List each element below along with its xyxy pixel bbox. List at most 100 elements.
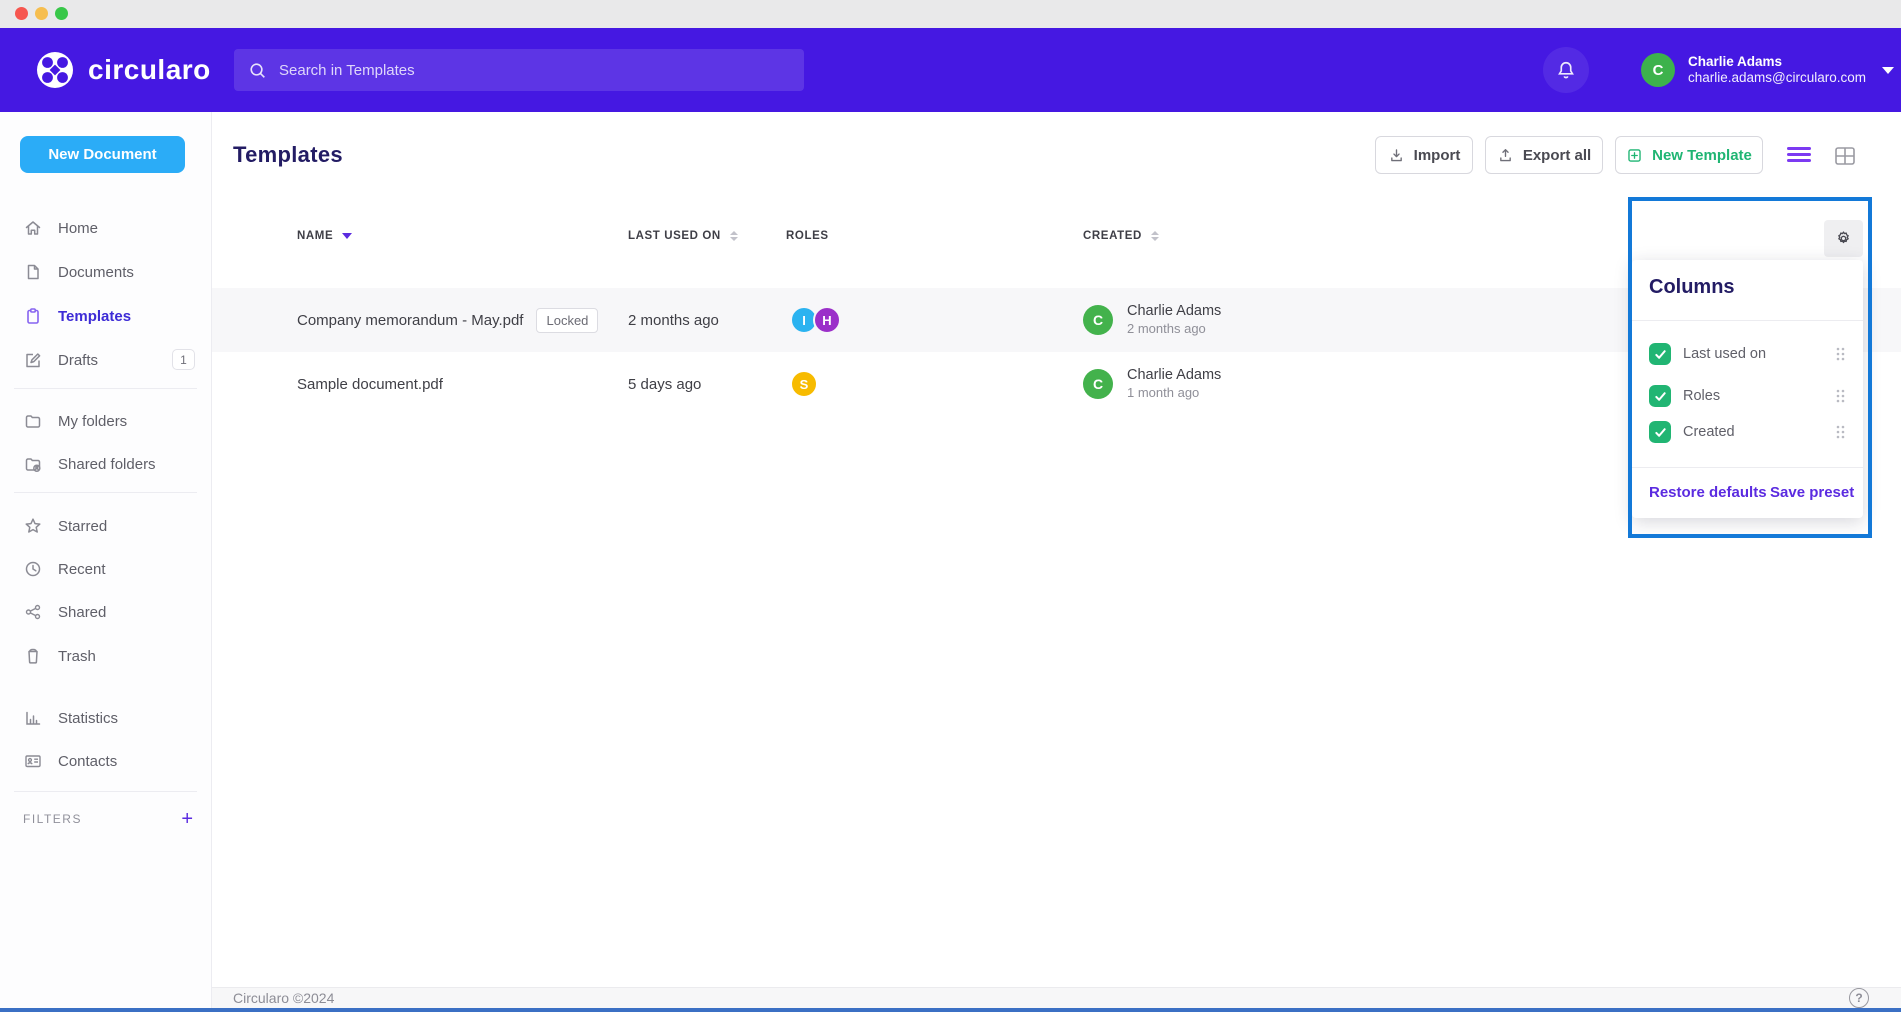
column-header-name[interactable]: NAME: [297, 230, 352, 242]
template-icon: [23, 306, 43, 326]
document-icon: [23, 262, 43, 282]
column-option-roles: Roles: [1649, 384, 1846, 408]
user-name: Charlie Adams: [1688, 54, 1866, 70]
columns-popover-title: Columns: [1649, 276, 1735, 299]
sidebar-item-label: My folders: [58, 413, 127, 430]
template-name: Company memorandum - May.pdf: [297, 312, 523, 329]
column-header-label: LAST USED ON: [628, 230, 721, 242]
sidebar-item-starred[interactable]: Starred: [0, 508, 211, 544]
checkbox-checked[interactable]: [1649, 343, 1671, 365]
column-option-last-used-on: Last used on: [1649, 342, 1846, 366]
sidebar-item-label: Statistics: [58, 710, 118, 727]
drag-handle[interactable]: [1835, 424, 1846, 440]
drag-handle-icon: [1835, 424, 1846, 440]
new-template-label: New Template: [1652, 147, 1752, 164]
column-header-last-used[interactable]: LAST USED ON: [628, 230, 738, 242]
import-button[interactable]: Import: [1375, 136, 1473, 174]
sidebar-item-documents[interactable]: Documents: [0, 254, 211, 290]
statistics-icon: [23, 708, 43, 728]
new-template-button[interactable]: New Template: [1615, 136, 1763, 174]
minimize-window-button[interactable]: [35, 7, 48, 20]
search-input[interactable]: [279, 62, 790, 79]
filters-label: FILTERS: [23, 812, 82, 826]
creator-avatar: C: [1083, 305, 1113, 335]
contacts-icon: [23, 751, 43, 771]
sidebar-item-label: Templates: [58, 308, 131, 325]
sort-icon: [1151, 231, 1159, 241]
role-avatar[interactable]: H: [813, 306, 841, 334]
column-header-roles: ROLES: [786, 230, 829, 242]
sidebar-item-templates[interactable]: Templates: [0, 298, 211, 334]
grid-view-icon: [1833, 144, 1857, 168]
import-label: Import: [1414, 147, 1461, 164]
sort-desc-icon: [342, 233, 352, 239]
export-all-button[interactable]: Export all: [1485, 136, 1603, 174]
save-preset-link[interactable]: Save preset: [1770, 484, 1854, 501]
user-email: charlie.adams@circularo.com: [1688, 70, 1866, 86]
shared-folder-icon: [23, 454, 43, 474]
bell-icon: [1555, 59, 1577, 81]
export-all-label: Export all: [1523, 147, 1591, 164]
creator-avatar: C: [1083, 369, 1113, 399]
help-button[interactable]: ?: [1849, 988, 1869, 1008]
drag-handle[interactable]: [1835, 346, 1846, 362]
user-menu[interactable]: C Charlie Adams charlie.adams@circularo.…: [1641, 50, 1894, 90]
drag-handle[interactable]: [1835, 388, 1846, 404]
sidebar-item-recent[interactable]: Recent: [0, 551, 211, 587]
column-settings-button[interactable]: [1824, 220, 1863, 257]
sidebar-item-statistics[interactable]: Statistics: [0, 700, 211, 736]
sidebar-item-label: Drafts: [58, 352, 98, 369]
list-view-toggle[interactable]: [1784, 141, 1814, 171]
sidebar-divider: [14, 791, 197, 792]
sidebar-item-drafts[interactable]: Drafts 1: [0, 342, 211, 378]
plus-square-icon: [1626, 147, 1643, 164]
window-bottom-edge: [0, 1008, 1901, 1012]
sidebar-item-label: Shared: [58, 604, 106, 621]
sidebar-item-home[interactable]: Home: [0, 210, 211, 246]
column-option-label: Created: [1683, 424, 1735, 440]
grid-view-toggle[interactable]: [1830, 141, 1860, 171]
notifications-button[interactable]: [1543, 47, 1589, 93]
clock-icon: [23, 559, 43, 579]
sidebar-item-label: Recent: [58, 561, 106, 578]
created-when: 1 month ago: [1127, 384, 1221, 401]
sidebar-item-my-folders[interactable]: My folders: [0, 403, 211, 439]
trash-icon: [23, 646, 43, 666]
last-used-value: 2 months ago: [628, 288, 719, 352]
window-titlebar: [0, 0, 1901, 28]
sidebar-item-label: Documents: [58, 264, 134, 281]
add-filter-button[interactable]: +: [181, 809, 193, 829]
gear-icon: [1834, 229, 1853, 248]
sidebar-item-shared-folders[interactable]: Shared folders: [0, 446, 211, 482]
sidebar-item-contacts[interactable]: Contacts: [0, 743, 211, 779]
drag-handle-icon: [1835, 388, 1846, 404]
restore-defaults-link[interactable]: Restore defaults: [1649, 484, 1767, 501]
creator-name: Charlie Adams: [1127, 367, 1221, 384]
sidebar-item-trash[interactable]: Trash: [0, 638, 211, 674]
sidebar-item-label: Shared folders: [58, 456, 156, 473]
locked-badge: Locked: [536, 308, 598, 333]
brand-name: circularo: [88, 54, 211, 86]
last-used-value: 5 days ago: [628, 352, 701, 416]
creator-name: Charlie Adams: [1127, 303, 1221, 320]
list-view-icon: [1786, 145, 1812, 167]
close-window-button[interactable]: [15, 7, 28, 20]
sidebar: New Document Home Documents Templates Dr…: [0, 112, 212, 1008]
drag-handle-icon: [1835, 346, 1846, 362]
sidebar-item-label: Starred: [58, 518, 107, 535]
checkbox-checked[interactable]: [1649, 385, 1671, 407]
sidebar-item-label: Trash: [58, 648, 96, 665]
home-icon: [23, 218, 43, 238]
role-avatar[interactable]: S: [790, 370, 818, 398]
column-header-created[interactable]: CREATED: [1083, 230, 1159, 242]
check-icon: [1654, 348, 1667, 361]
new-document-button[interactable]: New Document: [20, 136, 185, 173]
search-bar[interactable]: [234, 49, 804, 91]
sidebar-item-shared[interactable]: Shared: [0, 594, 211, 630]
zoom-window-button[interactable]: [55, 7, 68, 20]
app-window: circularo C Charlie Adams charlie.adams@…: [0, 0, 1901, 1012]
search-icon: [248, 61, 267, 80]
checkbox-checked[interactable]: [1649, 421, 1671, 443]
page-title: Templates: [233, 142, 343, 168]
folder-icon: [23, 411, 43, 431]
